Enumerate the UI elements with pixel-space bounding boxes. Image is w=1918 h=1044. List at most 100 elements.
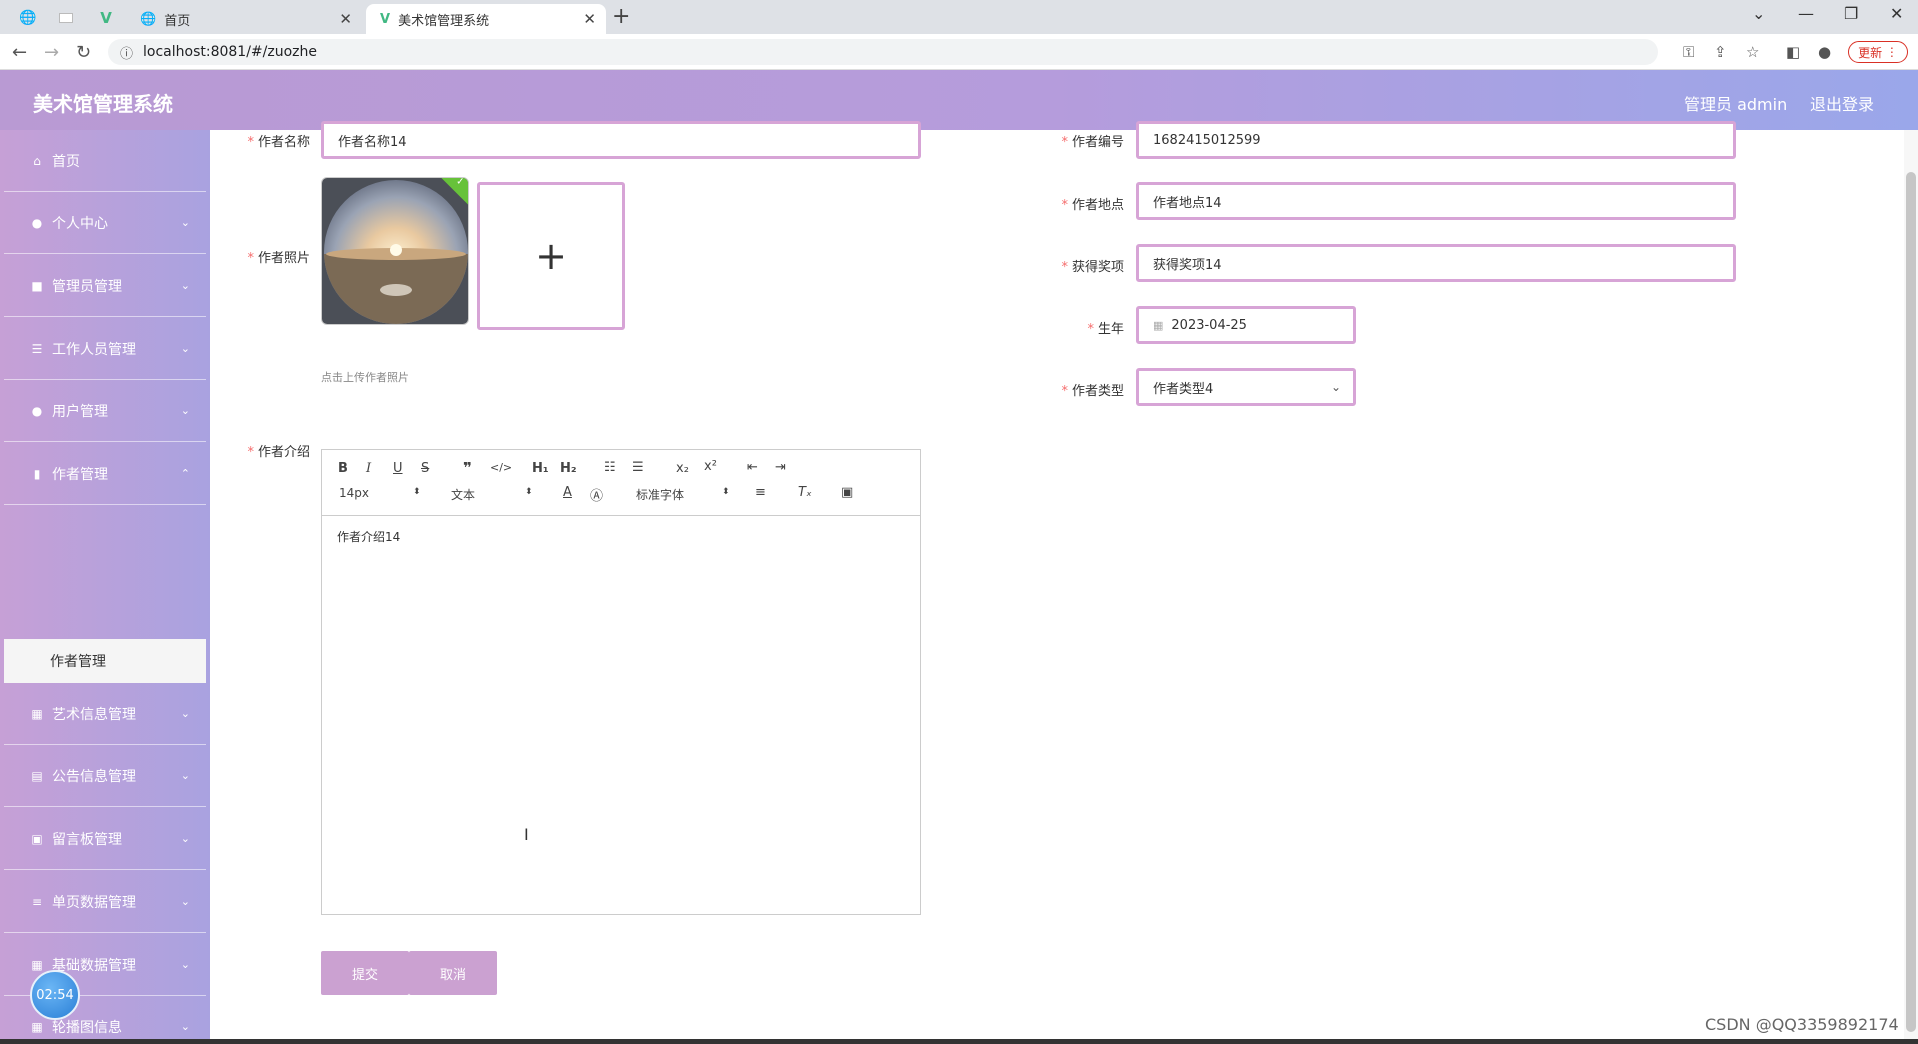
award-label: * 获得奖项 <box>1061 260 1124 275</box>
align-icon[interactable]: ≡ <box>755 485 766 500</box>
sliders-icon: ≡ <box>31 894 43 909</box>
bullet-list-icon[interactable]: ☰ <box>632 460 644 475</box>
font-size-select[interactable]: 14px ⬍ <box>339 486 423 500</box>
sidebar-item-staff[interactable]: ☰ 工作人员管理 ⌄ <box>4 318 206 380</box>
forward-icon[interactable]: → <box>44 42 59 63</box>
logout-link[interactable]: 退出登录 <box>1810 91 1874 115</box>
type-select[interactable]: 作者类型4 ⌄ <box>1136 368 1356 406</box>
clear-format-icon[interactable]: Tₓ <box>798 485 812 500</box>
heading-value: 文本 <box>451 488 476 502</box>
address-bar: ← → ↻ ⓘ localhost:8081/#/zuozhe ⚿ ⇪ ☆ ◧ … <box>0 34 1918 70</box>
pinned-tab-blank-icon[interactable] <box>48 4 84 32</box>
current-user: 管理员 admin <box>1684 95 1788 114</box>
tab-label: 首页 <box>164 13 191 29</box>
type-value: 作者类型4 <box>1153 381 1214 397</box>
chevron-down-icon: ⌄ <box>180 958 190 971</box>
bold-icon[interactable]: B <box>338 461 348 476</box>
header1-icon[interactable]: H₁ <box>532 461 549 476</box>
sidebar-item-home[interactable]: ⌂ 首页 <box>4 130 206 192</box>
sidebar-item-messages[interactable]: ▣ 留言板管理 ⌄ <box>4 808 206 870</box>
cancel-button[interactable]: 取消 <box>409 951 497 995</box>
outdent-icon[interactable]: ⇤ <box>747 460 758 475</box>
underline-icon[interactable]: U <box>393 461 403 476</box>
sidebar-item-notices[interactable]: ▤ 公告信息管理 ⌄ <box>4 745 206 807</box>
user-icon: ● <box>31 215 43 230</box>
indent-icon[interactable]: ⇥ <box>775 460 786 475</box>
strike-icon[interactable]: S <box>421 461 429 476</box>
image-icon[interactable]: ▣ <box>841 485 853 500</box>
pinned-tab-vue-icon[interactable]: V <box>88 4 124 32</box>
header2-icon[interactable]: H₂ <box>560 461 577 476</box>
sidebar-item-users[interactable]: ● 用户管理 ⌄ <box>4 380 206 442</box>
back-icon[interactable]: ← <box>12 42 27 63</box>
font-color-icon[interactable]: A <box>563 485 572 500</box>
background-color-icon[interactable]: Ⓐ <box>590 485 603 504</box>
profile-icon[interactable]: ● <box>1818 43 1831 61</box>
location-input[interactable]: 作者地点14 <box>1136 182 1736 220</box>
name-label: * 作者名称 <box>247 135 310 150</box>
url-input[interactable]: ⓘ localhost:8081/#/zuozhe <box>108 39 1658 65</box>
sidebar-item-admins[interactable]: ■ 管理员管理 ⌄ <box>4 255 206 317</box>
sidebar-item-label: 管理员管理 <box>52 278 122 295</box>
award-value: 获得奖项14 <box>1153 257 1222 273</box>
subscript-icon[interactable]: x₂ <box>676 461 689 476</box>
share-icon[interactable]: ⇪ <box>1714 43 1727 61</box>
sidebar-subitem-authors[interactable]: 作者管理 <box>4 639 206 683</box>
sidebar-item-label: 个人中心 <box>52 215 108 232</box>
award-input[interactable]: 获得奖项14 <box>1136 244 1736 282</box>
sidepanel-icon[interactable]: ◧ <box>1786 43 1800 61</box>
heading-select[interactable]: 文本 ⬍ <box>451 486 535 503</box>
chevron-down-icon: ⌄ <box>180 895 190 908</box>
birth-label: * 生年 <box>1087 322 1124 337</box>
app-title: 美术馆管理系统 <box>33 92 173 116</box>
blockquote-icon[interactable]: ❞ <box>463 459 472 477</box>
sidebar-item-profile[interactable]: ● 个人中心 ⌄ <box>4 192 206 254</box>
grid-icon: ▦ <box>31 706 43 721</box>
author-photo[interactable]: ✓ <box>321 177 469 325</box>
sidebar-item-authors[interactable]: ▮ 作者管理 ⌃ <box>4 443 206 505</box>
close-window-icon[interactable]: ✕ <box>1890 4 1903 23</box>
birth-date-picker[interactable]: ▦ 2023-04-25 <box>1136 306 1356 344</box>
ordered-list-icon[interactable]: ☷ <box>604 460 616 475</box>
chevron-down-icon[interactable]: ⌄ <box>1752 4 1765 23</box>
sidebar-item-label: 首页 <box>52 153 80 170</box>
sidebar-item-pages[interactable]: ≡ 单页数据管理 ⌄ <box>4 871 206 933</box>
restore-icon[interactable]: ❐ <box>1844 4 1858 23</box>
submit-button[interactable]: 提交 <box>321 951 409 995</box>
tab-active[interactable]: V 美术馆管理系统 ✕ <box>366 4 606 34</box>
rich-text-editor[interactable]: B I U S ❞ </> H₁ H₂ ☷ ☰ x₂ x² ⇤ ⇥ 14px ⬍… <box>321 449 921 915</box>
admin-icon: ■ <box>31 278 43 293</box>
italic-icon[interactable]: I <box>366 461 371 476</box>
close-icon[interactable]: ✕ <box>583 10 596 28</box>
pinned-tab-globe-icon[interactable]: 🌐 <box>10 4 46 32</box>
star-icon[interactable]: ☆ <box>1746 43 1759 61</box>
sidebar-item-art[interactable]: ▦ 艺术信息管理 ⌄ <box>4 683 206 745</box>
vue-icon: V <box>380 11 391 27</box>
sidebar-item-label: 工作人员管理 <box>52 341 136 358</box>
editor-content[interactable]: 作者介绍14 <box>337 528 400 545</box>
reload-icon[interactable]: ↻ <box>76 42 91 63</box>
update-button[interactable]: 更新 ⋮ <box>1848 41 1908 63</box>
user-icon: ● <box>31 403 43 418</box>
minimize-icon[interactable]: — <box>1798 4 1814 23</box>
text-cursor-icon: I <box>524 825 529 844</box>
watermark: CSDN @QQ3359892174 <box>1705 1015 1899 1034</box>
upload-add-button[interactable]: + <box>477 182 625 330</box>
font-size-value: 14px <box>339 486 369 500</box>
editor-toolbar: B I U S ❞ </> H₁ H₂ ☷ ☰ x₂ x² ⇤ ⇥ 14px ⬍… <box>322 450 920 516</box>
browser-tab-strip: 🌐 V 🌐 首页 ✕ V 美术馆管理系统 ✕ + ⌄ — ❐ ✕ <box>0 0 1918 34</box>
code-input[interactable]: 1682415012599 <box>1136 121 1736 159</box>
sidebar-item-label: 艺术信息管理 <box>52 706 136 723</box>
close-icon[interactable]: ✕ <box>339 10 352 28</box>
name-value: 作者名称14 <box>338 134 407 150</box>
chevron-down-icon: ⌄ <box>180 1020 190 1033</box>
name-input[interactable]: 作者名称14 <box>321 121 921 159</box>
font-family-select[interactable]: 标准字体 ⬍ <box>636 486 732 503</box>
tab-home[interactable]: 🌐 首页 ✕ <box>126 4 362 34</box>
code-icon[interactable]: </> <box>490 461 512 474</box>
new-tab-button[interactable]: + <box>612 4 630 29</box>
info-icon[interactable]: ⓘ <box>120 43 133 62</box>
superscript-icon[interactable]: x² <box>704 459 717 474</box>
scrollbar-thumb[interactable] <box>1906 172 1916 1032</box>
key-icon[interactable]: ⚿ <box>1683 43 1694 61</box>
